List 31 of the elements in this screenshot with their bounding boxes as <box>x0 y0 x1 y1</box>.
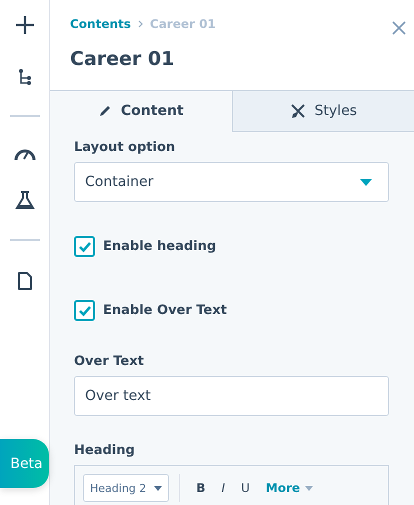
tree-icon[interactable] <box>18 68 32 86</box>
checkbox[interactable] <box>74 236 95 257</box>
format-button[interactable]: B <box>190 481 212 495</box>
layout-dropdown[interactable]: Container <box>74 162 389 202</box>
pencil-icon <box>98 104 112 118</box>
tab[interactable]: Styles <box>232 91 414 132</box>
close-icon[interactable] <box>392 21 406 35</box>
caret-icon <box>154 486 162 490</box>
panel-title: Career 01 <box>70 48 176 70</box>
breadcrumb-current: Career 01 <box>150 17 216 31</box>
field-label: Over Text <box>74 354 145 369</box>
format-button[interactable]: I <box>215 481 231 495</box>
checkmark-icon <box>78 304 92 316</box>
brush-icon <box>290 103 306 119</box>
heading-style-dropdown[interactable]: Heading 2 <box>83 474 170 502</box>
breadcrumb-link[interactable]: Contents <box>70 17 131 31</box>
checkbox-label: Enable heading <box>103 239 216 254</box>
add-icon[interactable] <box>14 15 34 35</box>
checkbox[interactable] <box>74 300 95 321</box>
format-button[interactable]: U <box>234 481 256 495</box>
checkmark-icon <box>78 240 92 252</box>
gauge-icon[interactable] <box>14 147 36 161</box>
page-icon[interactable] <box>16 271 32 291</box>
chevron-icon <box>138 20 143 28</box>
flask-icon[interactable] <box>14 190 34 210</box>
field-label: Heading <box>74 443 136 458</box>
caret-icon <box>360 178 372 186</box>
over-text-field[interactable]: Over text <box>74 376 389 416</box>
field-label: Layout option <box>74 140 176 155</box>
caret-icon <box>305 486 314 490</box>
checkbox-label: Enable Over Text <box>103 303 227 318</box>
